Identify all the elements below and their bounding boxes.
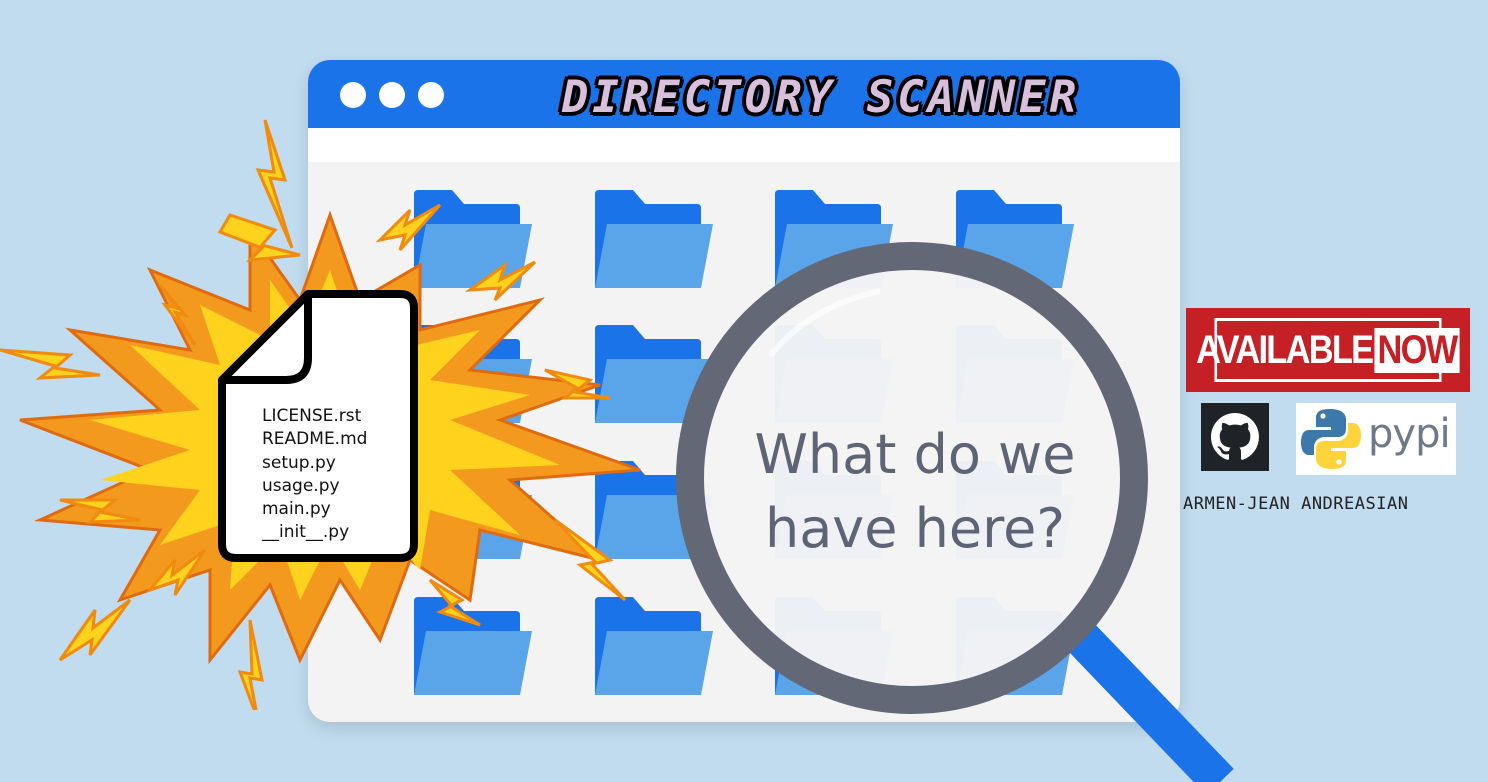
github-icon xyxy=(1211,413,1259,460)
magnifier-caption: What do we have here? xyxy=(700,418,1130,566)
window-control-dot[interactable] xyxy=(379,82,405,108)
pypi-link[interactable]: pypi xyxy=(1296,403,1456,475)
window-control-dot[interactable] xyxy=(340,82,366,108)
python-icon xyxy=(1301,409,1361,469)
pypi-label: pypi xyxy=(1368,411,1451,457)
window-control-dot[interactable] xyxy=(418,82,444,108)
caption-line: What do we xyxy=(754,423,1076,486)
file-list: LICENSE.rst README.md setup.py usage.py … xyxy=(262,405,367,545)
file-list-item: __init__.py xyxy=(262,522,350,543)
author-name: Armen-Jean Andreasian xyxy=(1183,494,1409,514)
file-list-item: usage.py xyxy=(262,475,340,496)
file-list-item: README.md xyxy=(262,429,368,450)
file-list-item: setup.py xyxy=(262,452,336,473)
file-list-item: LICENSE.rst xyxy=(262,406,362,426)
caption-line: have here? xyxy=(764,497,1065,560)
github-link[interactable] xyxy=(1201,403,1269,471)
file-list-item: main.py xyxy=(262,499,331,520)
badge-label: AVAILABLE xyxy=(1196,327,1374,372)
available-now-badge[interactable]: AVAILABLE NOW xyxy=(1186,308,1470,392)
badge-label-highlight: NOW xyxy=(1374,327,1460,373)
